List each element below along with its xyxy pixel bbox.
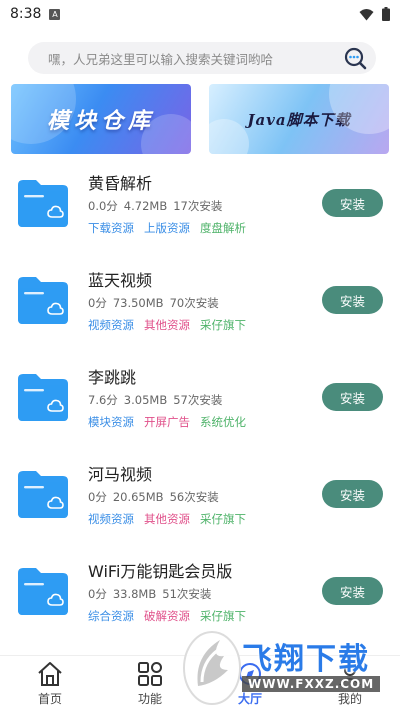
item-name: 河马视频 xyxy=(88,465,153,484)
notification-badge-icon: A xyxy=(49,8,61,20)
item-tags: 下载资源 上版资源 度盘解析 xyxy=(88,220,256,236)
install-button[interactable]: 安装 xyxy=(322,189,383,217)
folder-icon xyxy=(18,471,68,518)
item-tag: 视频资源 xyxy=(88,512,134,526)
item-tag: 其他资源 xyxy=(144,512,190,526)
grid-icon xyxy=(135,660,165,688)
search-input[interactable]: 嘿，人兄弟这里可以输入搜索关键词哟哈 xyxy=(48,49,342,68)
item-score: 0分 xyxy=(88,490,107,504)
item-tag: 视频资源 xyxy=(88,318,134,332)
item-meta: 0分 20.65MB 56次安装 xyxy=(88,489,225,505)
folder-icon xyxy=(18,568,68,615)
status-icons xyxy=(359,7,390,21)
item-tag: 模块资源 xyxy=(88,415,134,429)
item-meta: 7.6分 3.05MB 57次安装 xyxy=(88,392,228,408)
item-meta: 0分 73.50MB 70次安装 xyxy=(88,295,225,311)
tab-label: 我的 xyxy=(337,692,362,706)
item-installs: 17次安装 xyxy=(173,199,223,213)
item-installs: 56次安装 xyxy=(169,490,219,504)
item-tag: 上版资源 xyxy=(144,221,190,235)
item-tag: 其他资源 xyxy=(144,318,190,332)
item-tags: 视频资源 其他资源 采仔旗下 xyxy=(88,317,256,333)
list-item[interactable]: 河马视频 0分 20.65MB 56次安装视频资源 其他资源 采仔旗下 安装 xyxy=(0,451,400,548)
folder-icon xyxy=(18,277,68,324)
item-size: 20.65MB xyxy=(112,490,164,504)
install-button[interactable]: 安装 xyxy=(322,577,383,605)
battery-icon xyxy=(382,7,390,21)
search-bar[interactable]: 嘿，人兄弟这里可以输入搜索关键词哟哈 xyxy=(28,42,376,74)
tab-label: 首页 xyxy=(37,692,62,706)
home-icon xyxy=(35,660,65,688)
item-tag: 综合资源 xyxy=(88,609,134,623)
list-item[interactable]: WiFi万能钥匙会员版 0分 33.8MB 51次安装综合资源 破解资源 采仔旗下 安装 xyxy=(0,548,400,645)
item-tag: 采仔旗下 xyxy=(200,512,246,526)
item-meta: 0.0分 4.72MB 17次安装 xyxy=(88,198,228,214)
folder-icon xyxy=(18,374,68,421)
tab-profile[interactable]: 我的 xyxy=(300,656,400,711)
status-time: 8:38 xyxy=(10,6,42,22)
folder-icon xyxy=(18,180,68,227)
item-score: 0分 xyxy=(88,296,107,310)
profile-icon xyxy=(335,660,365,688)
tab-label: 功能 xyxy=(137,692,162,706)
item-size: 4.72MB xyxy=(123,199,168,213)
wifi-icon xyxy=(359,8,374,20)
item-tag: 采仔旗下 xyxy=(200,318,246,332)
item-size: 33.8MB xyxy=(112,587,157,601)
item-score: 7.6分 xyxy=(88,393,118,407)
item-tag: 系统优化 xyxy=(200,415,246,429)
install-button[interactable]: 安装 xyxy=(322,286,383,314)
item-name: 李跳跳 xyxy=(88,368,137,387)
app-screen: 8:38 A 嘿，人兄弟这里可以输入搜索关键词哟哈 模块仓库 Java脚本下载 … xyxy=(0,0,400,711)
tab-features[interactable]: 功能 xyxy=(100,656,200,711)
item-meta: 0分 33.8MB 51次安装 xyxy=(88,586,217,602)
item-tag: 下载资源 xyxy=(88,221,134,235)
tab-home[interactable]: 首页 xyxy=(0,656,100,711)
item-tags: 视频资源 其他资源 采仔旗下 xyxy=(88,511,256,527)
item-name: WiFi万能钥匙会员版 xyxy=(88,562,233,581)
item-installs: 70次安装 xyxy=(169,296,219,310)
item-tag: 开屏广告 xyxy=(144,415,190,429)
tab-label: 大厅 xyxy=(237,692,262,706)
banner-java-script-download[interactable]: Java脚本下载 xyxy=(209,84,389,154)
tab-hall[interactable]: 大厅 xyxy=(200,656,300,711)
banner-module-repo[interactable]: 模块仓库 xyxy=(11,84,191,154)
module-list: 黄昏解析 0.0分 4.72MB 17次安装 下载资源 上版资源 度盘解析 安装 蓝天视频 0分 7… xyxy=(0,160,400,645)
item-name: 蓝天视频 xyxy=(88,271,153,290)
item-score: 0.0分 xyxy=(88,199,118,213)
item-tag: 破解资源 xyxy=(144,609,190,623)
item-tags: 模块资源 开屏广告 系统优化 xyxy=(88,414,256,430)
hall-icon xyxy=(235,660,265,688)
item-score: 0分 xyxy=(88,587,107,601)
item-installs: 57次安装 xyxy=(173,393,223,407)
item-tags: 综合资源 破解资源 采仔旗下 xyxy=(88,608,256,624)
item-name: 黄昏解析 xyxy=(88,174,153,193)
bottom-nav: 首页 功能 大厅 我的 xyxy=(0,655,400,711)
item-tag: 度盘解析 xyxy=(200,221,246,235)
item-tag: 采仔旗下 xyxy=(200,609,246,623)
install-button[interactable]: 安装 xyxy=(322,480,383,508)
list-item[interactable]: 黄昏解析 0.0分 4.72MB 17次安装下载资源 上版资源 度盘解析 安装 xyxy=(0,160,400,257)
list-item[interactable]: 蓝天视频 0分 73.50MB 70次安装视频资源 其他资源 采仔旗下 安装 xyxy=(0,257,400,354)
item-size: 3.05MB xyxy=(123,393,168,407)
install-button[interactable]: 安装 xyxy=(322,383,383,411)
list-item[interactable]: 李跳跳 7.6分 3.05MB 57次安装模块资源 开屏广告 系统优化 安装 xyxy=(0,354,400,451)
item-size: 73.50MB xyxy=(112,296,164,310)
search-icon[interactable] xyxy=(342,45,368,71)
status-bar: 8:38 A xyxy=(0,0,400,28)
item-installs: 51次安装 xyxy=(162,587,212,601)
